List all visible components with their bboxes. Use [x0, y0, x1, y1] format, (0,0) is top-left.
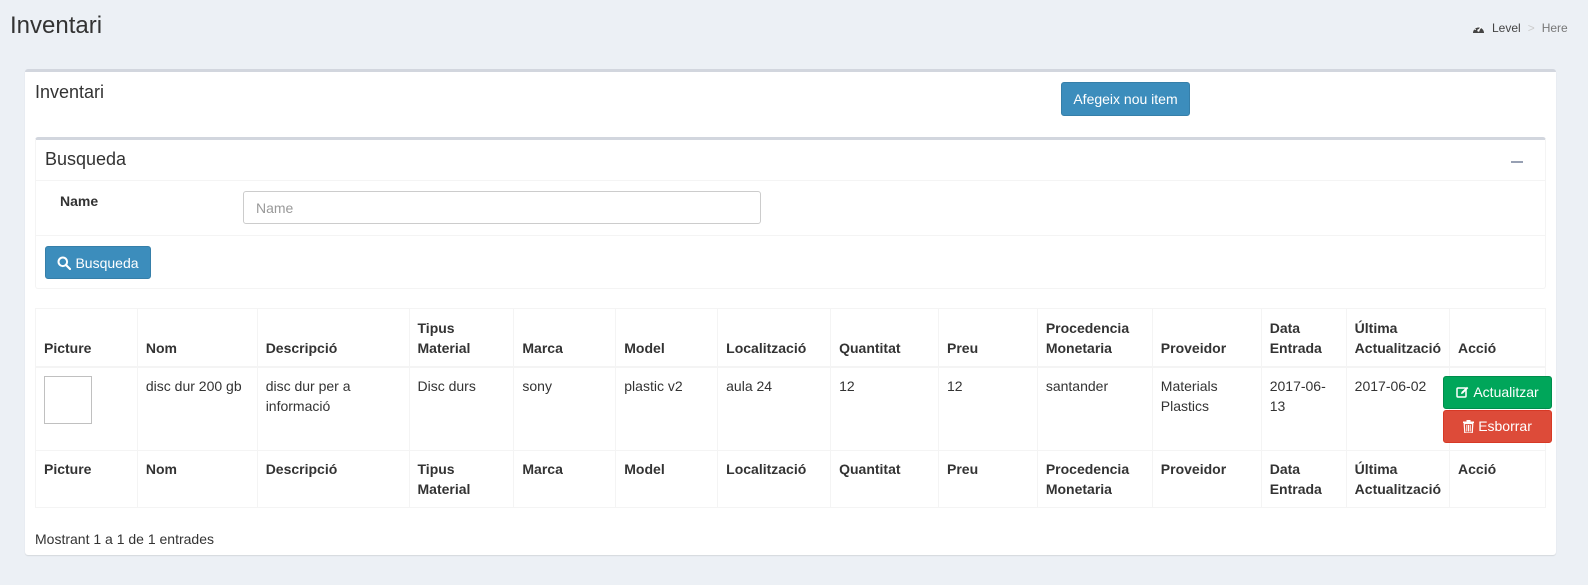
table-cell: sony	[513, 366, 617, 451]
breadcrumb-home[interactable]: Level	[1472, 21, 1521, 35]
table-row: disc dur 200 gb disc dur per a informaci…	[35, 366, 1553, 451]
column-header[interactable]: Model	[615, 308, 719, 368]
inventory-box: Inventari Afegeix nou item Busqueda Name…	[25, 69, 1556, 555]
column-header[interactable]: Tipus Material	[408, 308, 515, 368]
column-header[interactable]: Preu	[938, 308, 1038, 368]
action-cell: Actualitzar Esborrar	[1443, 366, 1553, 451]
minus-icon[interactable]	[1511, 161, 1523, 163]
update-button-label: Actualitzar	[1473, 384, 1539, 400]
column-footer: Acció	[1449, 450, 1546, 508]
column-footer: Descripció	[256, 450, 410, 508]
search-button[interactable]: Busqueda	[45, 246, 151, 279]
search-panel-title: Busqueda	[45, 149, 127, 169]
column-header[interactable]: Quantitat	[830, 308, 939, 368]
delete-button[interactable]: Esborrar	[1443, 409, 1553, 443]
column-footer: Data Entrada	[1260, 450, 1347, 508]
breadcrumb: Level > Here	[1472, 21, 1568, 35]
table-cell: 2017-06-02	[1345, 366, 1451, 451]
breadcrumb-home-label: Level	[1492, 21, 1521, 35]
name-label: Name	[60, 193, 99, 209]
picture-cell	[35, 366, 138, 451]
column-footer: Tipus Material	[408, 450, 515, 508]
column-footer: Última Actualització	[1345, 450, 1451, 508]
column-footer: Preu	[938, 450, 1038, 508]
delete-button-label: Esborrar	[1478, 418, 1532, 434]
table-cell: plastic v2	[615, 366, 719, 451]
add-item-button[interactable]: Afegeix nou item	[1061, 82, 1190, 116]
column-footer: Proveidor	[1151, 450, 1262, 508]
table-info: Mostrant 1 a 1 de 1 entrades	[35, 531, 214, 547]
column-footer: Localització	[717, 450, 832, 508]
column-header[interactable]: Marca	[513, 308, 617, 368]
column-header[interactable]: Data Entrada	[1260, 308, 1347, 368]
edit-icon	[1456, 386, 1469, 398]
column-header[interactable]: Picture	[35, 308, 138, 368]
update-button[interactable]: Actualitzar	[1443, 375, 1553, 409]
table-cell: aula 24	[717, 366, 832, 451]
column-footer: Quantitat	[830, 450, 939, 508]
page-title: Inventari	[10, 12, 103, 39]
column-footer: Picture	[35, 450, 138, 508]
search-icon	[57, 256, 72, 270]
column-header[interactable]: Procedencia Monetaria	[1036, 308, 1153, 368]
search-field-row: Name	[36, 181, 1545, 236]
table-cell: disc dur 200 gb	[136, 366, 258, 451]
column-header: Acció	[1449, 308, 1546, 368]
column-header[interactable]: Descripció	[256, 308, 410, 368]
column-footer: Procedencia Monetaria	[1036, 450, 1153, 508]
table-cell: disc dur per a informació	[256, 366, 410, 451]
table-cell: 12	[830, 366, 939, 451]
table-cell: santander	[1036, 366, 1153, 451]
table-cell: 12	[938, 366, 1038, 451]
column-header[interactable]: Nom	[136, 308, 258, 368]
column-footer: Nom	[136, 450, 258, 508]
table-cell: Disc durs	[408, 366, 515, 451]
table-header-row: Picture Nom Descripció Tipus Material Ma…	[35, 308, 1546, 368]
table-footer-row: Picture Nom Descripció Tipus Material Ma…	[35, 450, 1546, 508]
column-header[interactable]: Última Actualització	[1345, 308, 1451, 368]
search-panel: Busqueda Name Busqueda	[35, 137, 1546, 289]
breadcrumb-active: Here	[1541, 21, 1568, 35]
name-search-input[interactable]	[243, 191, 761, 224]
column-header[interactable]: Proveidor	[1151, 308, 1262, 368]
column-header[interactable]: Localització	[717, 308, 832, 368]
breadcrumb-separator: >	[1527, 21, 1535, 35]
column-footer: Model	[615, 450, 719, 508]
table-cell: 2017-06-13	[1260, 366, 1347, 451]
trash-icon	[1463, 419, 1475, 433]
search-actions: Busqueda	[36, 236, 1545, 290]
dashboard-icon	[1473, 24, 1484, 33]
inventory-table: Picture Nom Descripció Tipus Material Ma…	[35, 308, 1553, 508]
search-panel-header: Busqueda	[36, 140, 1545, 181]
box-title: Inventari	[35, 82, 105, 102]
item-picture	[44, 375, 92, 424]
search-button-label: Busqueda	[75, 254, 139, 271]
column-footer: Marca	[513, 450, 617, 508]
table-cell: Materials Plastics	[1151, 366, 1262, 451]
